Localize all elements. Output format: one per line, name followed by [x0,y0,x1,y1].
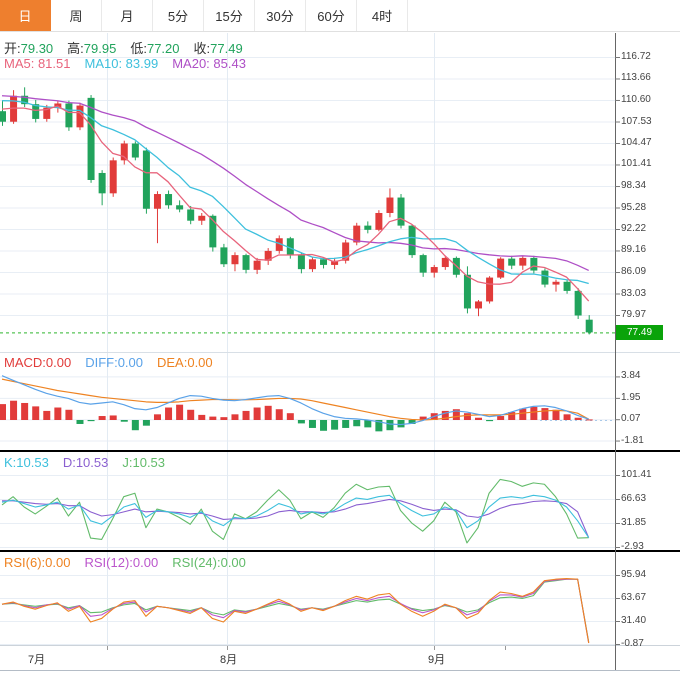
chart-canvas[interactable] [0,0,680,681]
indicator-value: 开:79.30 [4,41,54,56]
axis-tick-label: 0.07 [621,413,641,425]
tab-5分[interactable]: 5分 [153,0,204,31]
axis-tick-label: 89.16 [621,244,647,256]
indicator-value: D:10.53 [62,455,109,470]
axis-tick-label: -0.87 [621,637,644,649]
axis-tick-label: 116.72 [621,51,651,62]
indicator-value: MA20: 85.43 [172,56,246,71]
axis-tick-label: 104.47 [621,136,652,148]
axis-tick-label: 31.85 [621,516,647,528]
period-toolbar: 日周月 5分 15分 30分 60分 4时 [0,0,680,32]
time-axis-label: 9月 [428,654,446,666]
axis-tick-label: 98.34 [621,180,647,192]
tab-日[interactable]: 日 [0,0,51,31]
ohlc-row: 开:79.30 高:79.95 低:77.20 收:77.49 [4,38,257,57]
axis-tick-label: 110.60 [621,93,651,105]
ma-row: MA5: 81.51 MA10: 83.99 MA20: 85.43 [4,56,260,71]
indicator-value: 高:79.95 [67,41,117,56]
axis-tick-label: 95.28 [621,201,647,213]
indicator-value: RSI(24):0.00 [172,555,246,570]
axis-tick-label: 63.67 [621,591,647,603]
indicator-value: 低:77.20 [130,41,180,56]
axis-tick-label: 101.41 [621,469,652,480]
tab-60分[interactable]: 60分 [306,0,357,31]
axis-tick-label: 101.41 [621,158,652,170]
rsi-header: RSI(6):0.00 RSI(12):0.00 RSI(24):0.00 [4,555,260,570]
axis-tick-label: 79.97 [621,308,647,320]
axis-tick-label: -1.81 [621,434,644,446]
indicator-value: K:10.53 [4,455,49,470]
axis-tick-label: 86.09 [621,266,647,278]
axis-tick-label: 83.03 [621,287,647,299]
indicator-value: J:10.53 [122,455,166,470]
time-axis-label: 8月 [220,654,238,666]
axis-tick-label: 95.94 [621,569,647,580]
axis-tick-label: 31.40 [621,614,647,626]
macd-header: MACD:0.00 DIFF:0.00 DEA:0.00 [4,355,227,370]
indicator-value: RSI(6):0.00 [4,555,71,570]
last-price-tag: 77.49 [616,325,663,340]
axis-tick-label: 92.22 [621,222,647,234]
indicator-value: 收:77.49 [193,41,243,56]
tab-月[interactable]: 月 [102,0,153,31]
axis-tick-label: -2.93 [621,540,644,552]
indicator-value: DIFF:0.00 [85,355,143,370]
axis-tick-label: 3.84 [621,370,641,382]
trading-chart-app: 日周月 5分 15分 30分 60分 4时 开:79.30 高:79.95 低:77.20 收:… [0,0,680,681]
axis-tick-label: 113.66 [621,72,651,84]
indicator-value: MA5: 81.51 [4,56,71,71]
tab-30分[interactable]: 30分 [255,0,306,31]
tab-15分[interactable]: 15分 [204,0,255,31]
indicator-value: RSI(12):0.00 [84,555,159,570]
indicator-value: MA10: 83.99 [84,56,159,71]
axis-tick-label: 66.63 [621,492,647,504]
axis-tick-label: 107.53 [621,115,652,127]
axis-tick-label: 1.95 [621,391,641,403]
time-axis-label: 7月 [28,654,46,666]
indicator-value: DEA:0.00 [157,355,213,370]
kdj-header: K:10.53 D:10.53 J:10.53 [4,455,179,470]
tab-4时[interactable]: 4时 [357,0,408,31]
indicator-value: MACD:0.00 [4,355,72,370]
tab-周[interactable]: 周 [51,0,102,31]
